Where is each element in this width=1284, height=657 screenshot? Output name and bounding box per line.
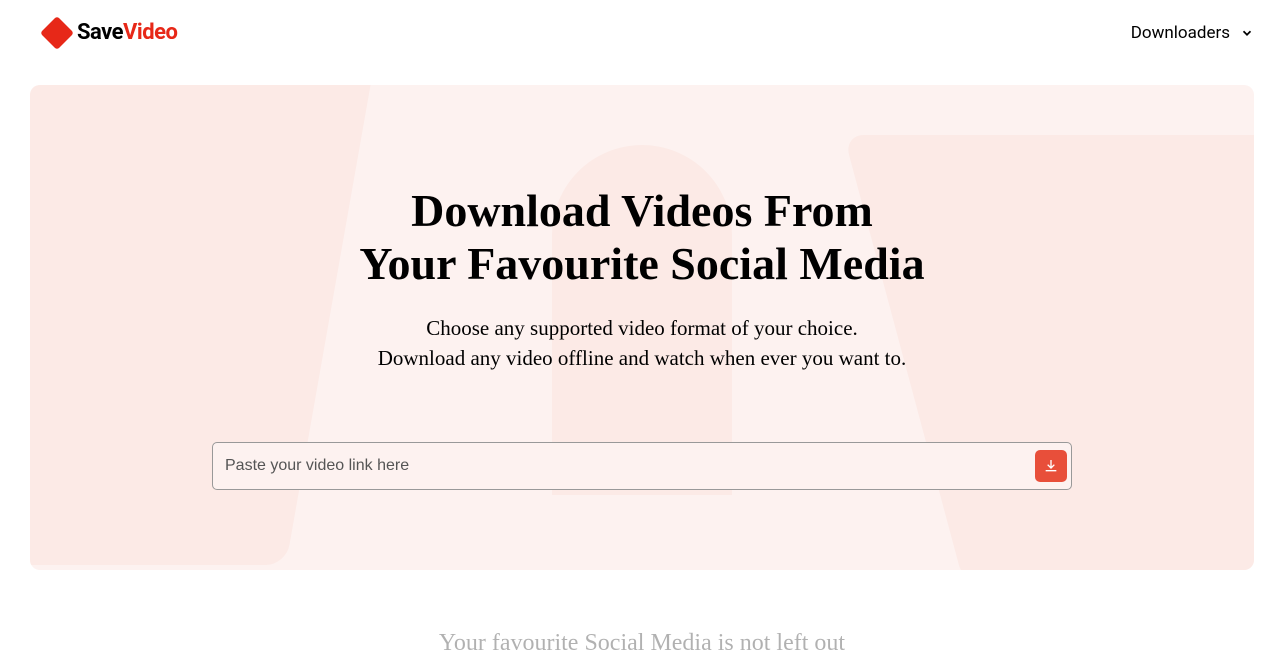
hero-section: Download Videos From Your Favourite Soci… [30,85,1254,570]
download-button[interactable] [1035,450,1067,482]
hero-title-line1: Download Videos From [411,185,873,236]
logo-save-text: Save [77,20,123,45]
logo-text: SaveVideo [77,20,177,45]
hero-content: Download Videos From Your Favourite Soci… [90,185,1194,490]
url-input[interactable] [217,447,1035,485]
input-row [90,442,1194,490]
downloaders-label: Downloaders [1131,23,1230,43]
download-icon [1043,458,1059,474]
logo[interactable]: SaveVideo [45,20,177,45]
hero-subtitle-line2: Download any video offline and watch whe… [378,346,907,370]
hero-subtitle-line1: Choose any supported video format of you… [426,316,858,340]
chevron-down-icon [1240,26,1254,40]
below-section: Your favourite Social Media is not left … [0,570,1284,657]
hero-title: Download Videos From Your Favourite Soci… [90,185,1194,291]
header: SaveVideo Downloaders [0,0,1284,65]
below-heading: Your favourite Social Media is not left … [30,630,1254,657]
hero-subtitle: Choose any supported video format of you… [90,313,1194,374]
logo-video-text: Video [123,20,177,45]
url-input-wrapper [212,442,1072,490]
downloaders-dropdown[interactable]: Downloaders [1131,23,1254,43]
logo-diamond-icon [40,16,74,50]
hero-title-line2: Your Favourite Social Media [359,238,924,289]
